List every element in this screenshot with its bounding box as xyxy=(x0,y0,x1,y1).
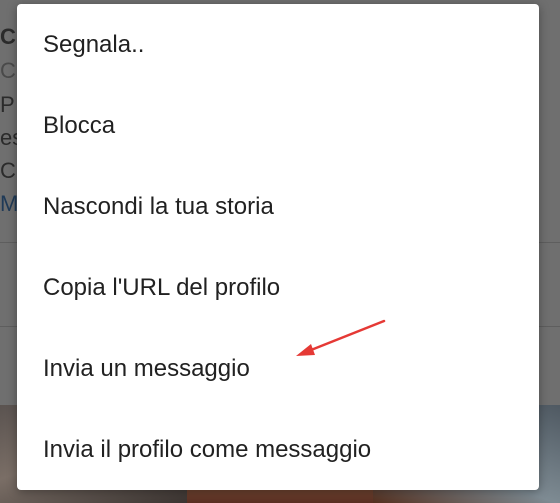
menu-item-label: Blocca xyxy=(43,111,116,139)
menu-item-hide-story[interactable]: Nascondi la tua storia xyxy=(17,166,539,247)
menu-item-report[interactable]: Segnala.. xyxy=(17,4,539,85)
background-text: C xyxy=(0,24,16,49)
menu-item-block[interactable]: Blocca xyxy=(17,85,539,166)
menu-item-label: Segnala.. xyxy=(43,30,145,58)
menu-item-send-message[interactable]: Invia un messaggio xyxy=(17,328,539,409)
background-text: P xyxy=(0,92,15,117)
background-link: M xyxy=(0,191,19,216)
menu-item-copy-profile-url[interactable]: Copia l'URL del profilo xyxy=(17,247,539,328)
menu-item-label: Copia l'URL del profilo xyxy=(43,273,281,301)
menu-item-label: Nascondi la tua storia xyxy=(43,192,274,220)
screen: C C P es C M Segnala.. Blocca Nascondi l… xyxy=(0,0,560,503)
menu-item-share-profile-as-message[interactable]: Invia il profilo come messaggio xyxy=(17,409,539,490)
background-text: C xyxy=(0,158,16,183)
profile-options-menu: Segnala.. Blocca Nascondi la tua storia … xyxy=(17,4,539,490)
menu-item-label: Invia il profilo come messaggio xyxy=(43,435,372,463)
background-text: C xyxy=(0,58,16,83)
menu-item-label: Invia un messaggio xyxy=(43,354,250,382)
